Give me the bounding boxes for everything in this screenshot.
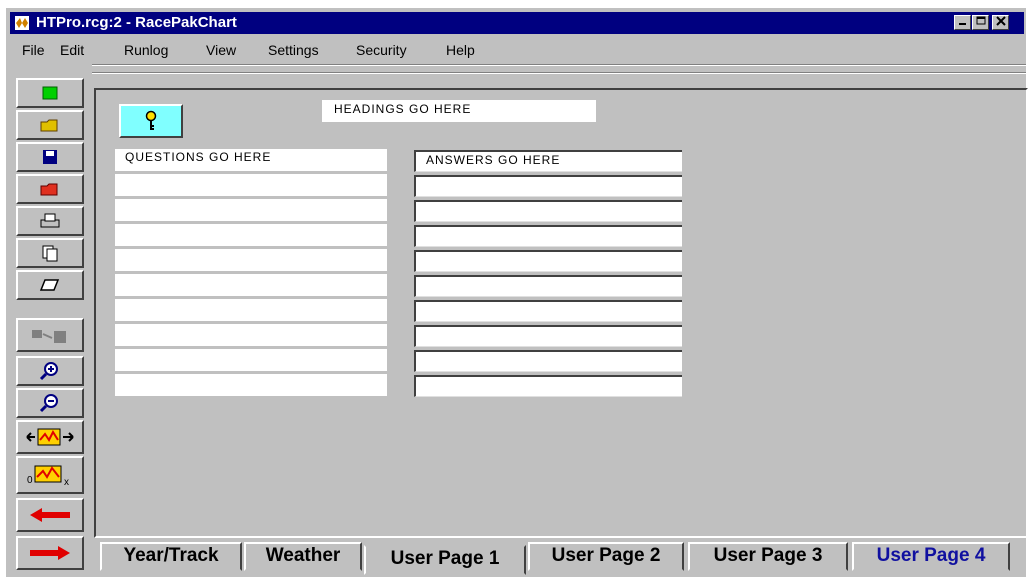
forward-button[interactable] xyxy=(16,536,84,570)
answer-field[interactable] xyxy=(414,300,682,322)
open-button[interactable] xyxy=(16,110,84,140)
question-row[interactable] xyxy=(115,374,387,396)
key-icon xyxy=(145,110,157,130)
zoom-out-icon xyxy=(39,394,58,413)
maximize-button[interactable] xyxy=(972,15,989,30)
question-row[interactable] xyxy=(115,249,387,271)
app-icon xyxy=(15,16,29,30)
print-icon xyxy=(40,213,60,228)
minimize-icon xyxy=(958,23,966,25)
new-icon xyxy=(42,86,58,100)
tab-user-page-1[interactable]: User Page 1 xyxy=(364,545,526,575)
copy-icon xyxy=(42,245,58,262)
answer-field[interactable] xyxy=(414,325,682,347)
title-bar: HTPro.rcg:2 - RacePakChart xyxy=(10,12,1024,34)
menu-separator xyxy=(92,64,1026,66)
back-arrow-icon xyxy=(30,508,70,522)
copy-button[interactable] xyxy=(16,238,84,268)
menu-edit[interactable]: Edit xyxy=(60,42,84,58)
question-row[interactable] xyxy=(115,199,387,221)
tab-weather[interactable]: Weather xyxy=(244,542,362,571)
question-row[interactable] xyxy=(115,324,387,346)
close-button[interactable] xyxy=(992,15,1009,30)
answer-field[interactable] xyxy=(414,375,682,397)
menu-runlog[interactable]: Runlog xyxy=(124,42,168,58)
back-button[interactable] xyxy=(16,498,84,532)
print-button[interactable] xyxy=(16,206,84,236)
save-button[interactable] xyxy=(16,142,84,172)
eraser-icon xyxy=(39,279,60,291)
zoom-out-button[interactable] xyxy=(16,388,84,418)
question-row[interactable] xyxy=(115,174,387,196)
window-title: HTPro.rcg:2 - RacePakChart xyxy=(36,14,237,31)
zoom-in-icon xyxy=(39,362,58,381)
menu-settings[interactable]: Settings xyxy=(268,42,319,58)
answer-field[interactable] xyxy=(414,250,682,272)
save-icon xyxy=(43,150,57,164)
answer-field[interactable] xyxy=(414,275,682,297)
menu-help[interactable]: Help xyxy=(446,42,475,58)
question-row[interactable] xyxy=(115,349,387,371)
link-icon xyxy=(32,330,66,343)
question-row[interactable] xyxy=(115,299,387,321)
tab-user-page-4[interactable]: User Page 4 xyxy=(852,542,1010,571)
answer-field[interactable] xyxy=(414,200,682,222)
tab-user-page-3[interactable]: User Page 3 xyxy=(688,542,848,571)
toolbar-separator xyxy=(92,72,1026,74)
maximize-icon xyxy=(976,16,985,25)
answer-field[interactable] xyxy=(414,175,682,197)
open-folder-icon xyxy=(40,119,58,132)
question-row[interactable] xyxy=(115,274,387,296)
key-button[interactable] xyxy=(119,104,183,138)
new-button[interactable] xyxy=(16,78,84,108)
tab-user-page-2[interactable]: User Page 2 xyxy=(528,542,684,571)
zoom-x-icon: 0x xyxy=(27,465,69,488)
answer-field[interactable] xyxy=(414,225,682,247)
pan-horizontal-button[interactable] xyxy=(16,420,84,454)
pan-horizontal-icon xyxy=(26,428,74,446)
zoom-x-button[interactable]: 0x xyxy=(16,456,84,494)
forward-arrow-icon xyxy=(30,546,70,560)
svg-text:0: 0 xyxy=(27,475,33,486)
link-button[interactable] xyxy=(16,318,84,352)
question-row[interactable] xyxy=(115,224,387,246)
minimize-button[interactable] xyxy=(954,15,971,30)
page-heading[interactable]: HEADINGS GO HERE xyxy=(322,100,596,122)
menu-file[interactable]: File xyxy=(22,42,45,58)
menu-view[interactable]: View xyxy=(206,42,236,58)
open-red-icon xyxy=(40,183,58,196)
tab-year-track[interactable]: Year/Track xyxy=(100,542,242,571)
svg-text:x: x xyxy=(64,477,69,488)
answers-header[interactable]: ANSWERS GO HERE xyxy=(414,150,682,172)
zoom-in-button[interactable] xyxy=(16,356,84,386)
answer-field[interactable] xyxy=(414,350,682,372)
menu-security[interactable]: Security xyxy=(356,42,407,58)
open-red-button[interactable] xyxy=(16,174,84,204)
eraser-button[interactable] xyxy=(16,270,84,300)
questions-header[interactable]: QUESTIONS GO HERE xyxy=(115,149,387,171)
close-icon xyxy=(995,16,1006,26)
